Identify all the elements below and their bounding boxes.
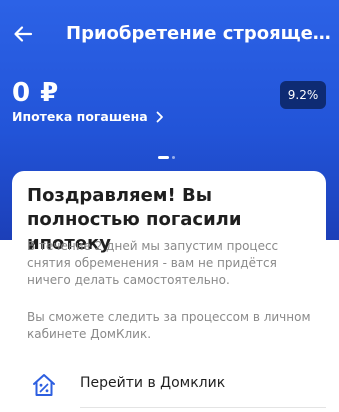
action-divider [80,407,326,408]
congratulations-card: Поздравляем! Вы полностью погасили ипоте… [12,171,326,412]
mortgage-status-label: Ипотека погашена [12,109,148,124]
remaining-balance: 0 ₽ [12,78,59,108]
mortgage-status-link[interactable]: Ипотека погашена [12,109,164,124]
card-paragraph-encumbrance: В течение 2 дней мы запустим процесс сня… [27,239,279,287]
top-bar: Приобретение строящегос… [0,0,339,68]
card-paragraph-tracking: Вы сможете следить за процессом в личном… [27,310,311,341]
page-indicator-dot [172,156,175,159]
chevron-right-icon [156,111,163,122]
mortgage-screen: Приобретение строящегос… 0 ₽ Ипотека пог… [0,0,339,412]
page-indicator [158,156,175,159]
page-indicator-dot-active [158,156,169,159]
page-title: Приобретение строящегос… [66,23,336,44]
house-percent-icon [33,374,55,396]
interest-rate-badge: 9.2% [280,81,326,109]
arrow-left-icon [14,26,33,42]
back-button[interactable] [10,21,36,47]
go-to-domclick-label: Перейти в Домклик [80,375,226,391]
go-to-domclick-button[interactable]: Перейти в Домклик [12,367,326,407]
